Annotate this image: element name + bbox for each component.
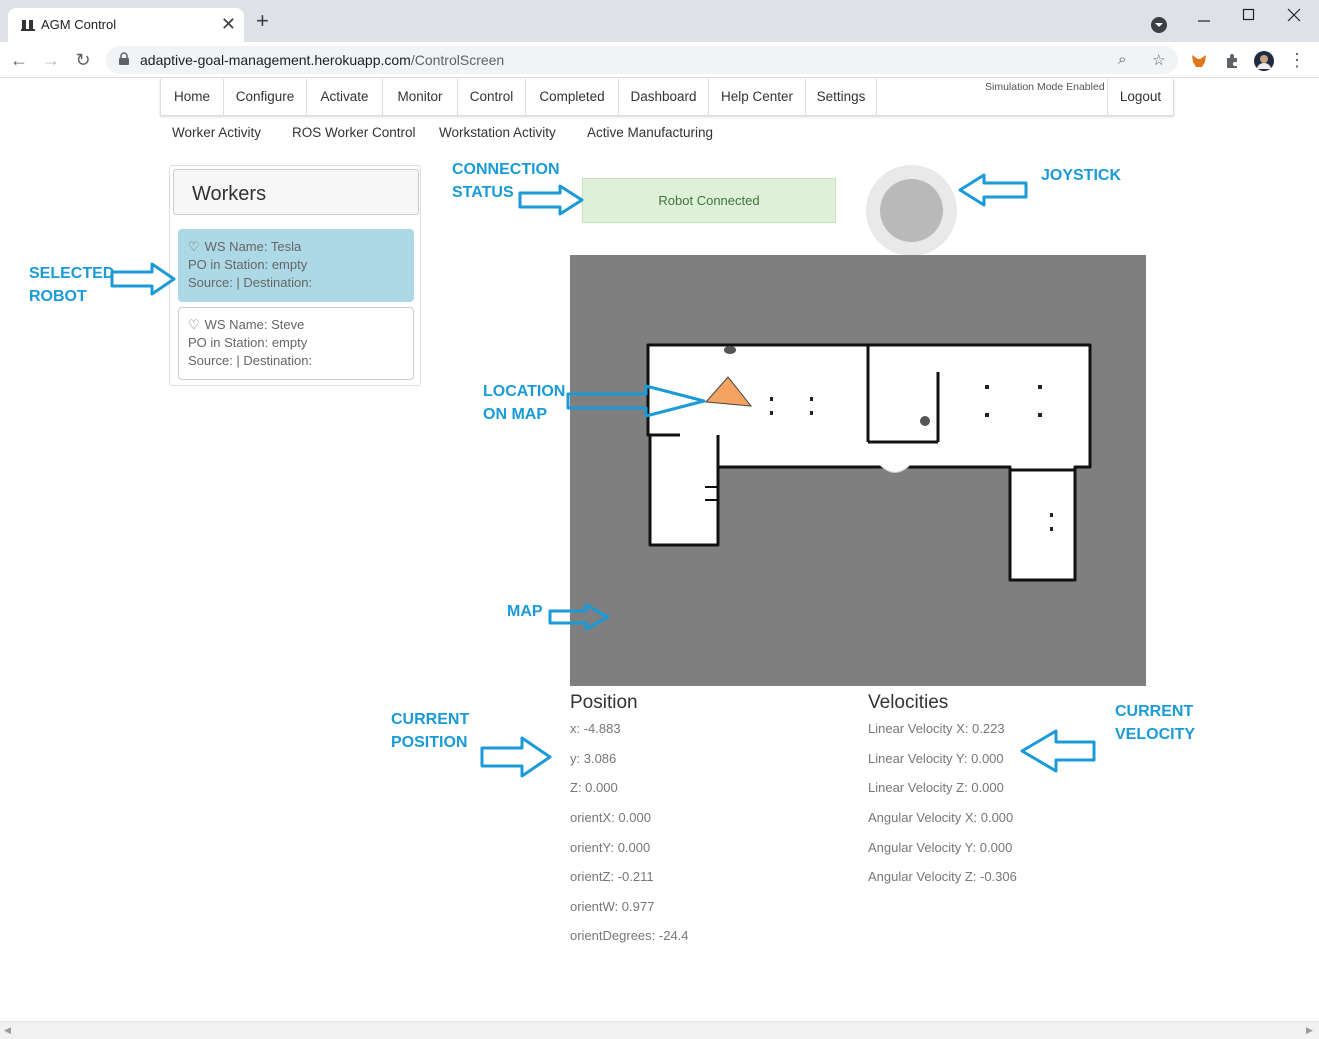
joystick-handle[interactable]	[880, 179, 943, 242]
worker-name: WS Name: Tesla	[204, 239, 302, 254]
zoom-icon[interactable]: ⌕	[1118, 51, 1126, 68]
right-arrow-icon	[548, 603, 610, 631]
heart-icon[interactable]: ♡	[188, 316, 201, 334]
chess-icon	[21, 20, 35, 31]
annotation-current-position: CURRENT POSITION	[391, 711, 470, 751]
close-window-icon[interactable]	[1287, 8, 1301, 22]
workers-panel: Workers ♡ WS Name: Tesla PO in Station: …	[169, 165, 421, 386]
browser-menu-icon[interactable]: ⋮	[1286, 49, 1308, 71]
new-tab-button[interactable]: +	[256, 10, 269, 32]
browser-tabstrip: AGM Control ✕ +	[0, 0, 1319, 42]
left-arrow-icon	[1020, 729, 1096, 773]
tab-title: AGM Control	[41, 17, 117, 32]
close-tab-icon[interactable]: ✕	[221, 14, 236, 35]
position-z: Z: 0.000	[570, 780, 618, 795]
metamask-icon[interactable]	[1190, 52, 1208, 70]
extensions-puzzle-icon[interactable]	[1223, 52, 1241, 70]
url-text: adaptive-goal-management.herokuapp.com/C…	[140, 52, 505, 68]
linear-velocity-y: Linear Velocity Y: 0.000	[868, 751, 1004, 766]
workers-header: Workers	[173, 169, 419, 215]
minimize-icon[interactable]	[1197, 14, 1211, 28]
orient-y: orientY: 0.000	[570, 840, 651, 855]
annotation-selected-robot: SELECTED ROBOT	[29, 265, 115, 305]
worker-card-tesla[interactable]: ♡ WS Name: Tesla PO in Station: empty So…	[178, 229, 414, 302]
subnav-ros-worker-control[interactable]: ROS Worker Control	[292, 125, 416, 140]
worker-route: Source: | Destination:	[188, 353, 313, 368]
workers-title: Workers	[192, 183, 267, 205]
annotation-map: MAP	[507, 603, 543, 620]
nav-completed[interactable]: Completed	[526, 79, 619, 115]
position-x: x: -4.883	[570, 721, 621, 736]
nav-dashboard[interactable]: Dashboard	[619, 79, 709, 115]
worker-card-steve[interactable]: ♡ WS Name: Steve PO in Station: empty So…	[178, 307, 414, 380]
browser-tab[interactable]: AGM Control ✕	[8, 8, 244, 42]
reload-icon[interactable]: ↻	[72, 49, 94, 71]
heart-icon[interactable]: ♡	[188, 238, 201, 256]
back-icon[interactable]: ←	[8, 49, 30, 71]
annotation-location-on-map: LOCATION ON MAP	[483, 383, 566, 423]
scroll-right-icon[interactable]: ▶	[1306, 1025, 1313, 1036]
nav-configure[interactable]: Configure	[224, 79, 307, 115]
subnav-workstation-activity[interactable]: Workstation Activity	[439, 125, 556, 140]
right-arrow-icon	[110, 262, 176, 296]
right-arrow-icon	[566, 384, 706, 418]
orient-z: orientZ: -0.211	[570, 869, 654, 884]
simulation-mode-label: Simulation Mode Enabled	[985, 81, 1105, 93]
orient-degrees: orientDegrees: -24.4	[570, 928, 689, 943]
worker-po: PO in Station: empty	[188, 257, 308, 272]
angular-velocity-x: Angular Velocity X: 0.000	[868, 810, 1014, 825]
subnav-worker-activity[interactable]: Worker Activity	[172, 125, 261, 140]
nav-monitor[interactable]: Monitor	[383, 79, 458, 115]
left-arrow-icon	[958, 173, 1028, 207]
annotation-joystick: JOYSTICK	[1041, 167, 1122, 184]
orient-w: orientW: 0.977	[570, 899, 655, 914]
worker-po: PO in Station: empty	[188, 335, 308, 350]
nav-settings[interactable]: Settings	[806, 79, 877, 115]
occupancy-grid	[646, 343, 1092, 582]
browser-toolbar: ← → ↻ adaptive-goal-management.herokuapp…	[0, 42, 1319, 78]
bookmark-star-icon[interactable]: ☆	[1152, 51, 1165, 69]
right-arrow-icon	[480, 736, 552, 778]
worker-name: WS Name: Steve	[204, 317, 305, 332]
avatar[interactable]	[1254, 51, 1274, 71]
subnav-active-manufacturing[interactable]: Active Manufacturing	[587, 125, 713, 140]
nav-activate[interactable]: Activate	[307, 79, 383, 115]
linear-velocity-x: Linear Velocity X: 0.223	[868, 721, 1005, 736]
worker-route: Source: | Destination:	[188, 275, 313, 290]
nav-help-center[interactable]: Help Center	[709, 79, 806, 115]
profile-menu-icon[interactable]	[1150, 16, 1168, 34]
scroll-left-icon[interactable]: ◀	[4, 1025, 11, 1036]
joystick-base[interactable]	[866, 165, 957, 256]
connection-status: Robot Connected	[582, 178, 836, 223]
angular-velocity-y: Angular Velocity Y: 0.000	[868, 840, 1013, 855]
right-arrow-icon	[518, 184, 584, 216]
address-bar[interactable]: adaptive-goal-management.herokuapp.com/C…	[106, 46, 1178, 74]
lock-icon	[119, 52, 129, 65]
robot-map[interactable]	[570, 255, 1146, 686]
orient-x: orientX: 0.000	[570, 810, 651, 825]
logout-button[interactable]: Logout	[1107, 79, 1173, 115]
position-title: Position	[570, 692, 638, 713]
annotation-current-velocity: CURRENT VELOCITY	[1115, 703, 1196, 743]
horizontal-scrollbar[interactable]: ◀ ▶	[0, 1021, 1319, 1039]
position-y: y: 3.086	[570, 751, 617, 766]
velocities-title: Velocities	[868, 692, 949, 713]
nav-home[interactable]: Home	[161, 79, 224, 115]
linear-velocity-z: Linear Velocity Z: 0.000	[868, 780, 1004, 795]
angular-velocity-z: Angular Velocity Z: -0.306	[868, 869, 1017, 884]
main-nav: Home Configure Activate Monitor Control …	[160, 79, 1174, 116]
nav-control[interactable]: Control	[458, 79, 526, 115]
maximize-icon[interactable]	[1242, 8, 1256, 22]
forward-icon[interactable]: →	[40, 49, 62, 71]
